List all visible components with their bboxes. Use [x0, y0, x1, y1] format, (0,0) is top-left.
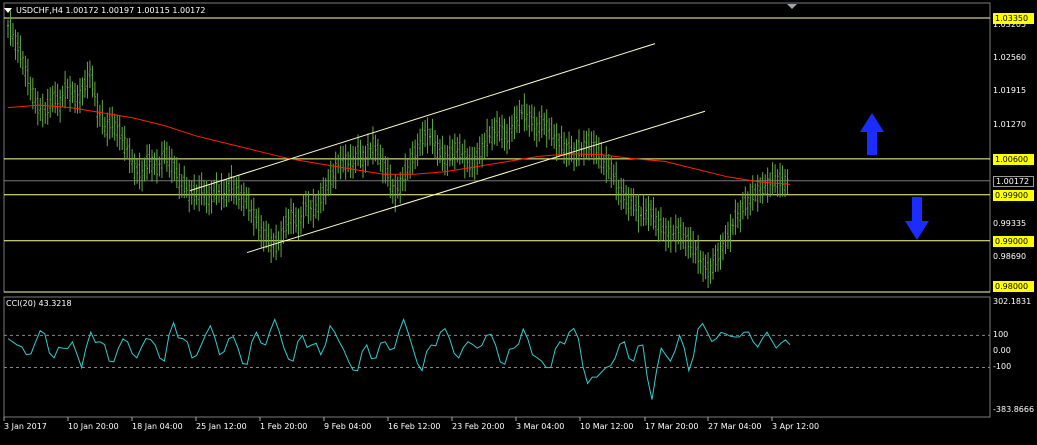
price-tick-label: 0.99335 [993, 218, 1027, 228]
time-tick-label: 25 Jan 12:00 [196, 422, 247, 431]
price-tick-label: 1.01270 [993, 119, 1027, 129]
time-tick-label: 18 Jan 04:00 [132, 422, 183, 431]
cci-tick-label: 0.00 [993, 346, 1011, 356]
price-tick-label: 1.01915 [993, 86, 1027, 96]
level-price-label: 0.98000 [993, 281, 1034, 292]
level-price-label: 0.99000 [993, 235, 1034, 247]
up-arrow-icon [860, 113, 884, 155]
cci-header: CCI(20) 43.3218 [6, 299, 72, 308]
time-tick-label: 23 Feb 20:00 [452, 422, 505, 431]
cci-indicator [4, 317, 990, 400]
moving-average [7, 104, 791, 185]
cci-tick-label: -100 [993, 362, 1012, 372]
time-tick-label: 3 Apr 12:00 [772, 422, 820, 431]
time-tick-label: 17 Mar 20:00 [645, 422, 699, 431]
level-price-label: 0.99900 [993, 189, 1034, 201]
time-tick-label: 3 Jan 2017 [4, 422, 47, 431]
down-arrow-icon [905, 197, 929, 240]
cci-tick-label: 302.1831 [993, 297, 1032, 306]
cci-line [7, 317, 791, 400]
cci-tick-label: -383.8666 [993, 405, 1035, 414]
channel-lower-line [246, 110, 706, 254]
price-candles [7, 10, 789, 289]
channel-upper-line [189, 43, 656, 192]
time-tick-label: 3 Mar 04:00 [516, 422, 565, 431]
time-tick-label: 1 Feb 20:00 [260, 422, 308, 431]
scroll-marker-icon [787, 4, 797, 9]
time-tick-label: 27 Mar 04:00 [708, 422, 762, 431]
price-tick-label: 0.98690 [993, 251, 1027, 261]
price-tick-label: 1.02560 [993, 53, 1027, 63]
moving-average-line [7, 104, 791, 185]
time-tick-label: 16 Feb 12:00 [388, 422, 441, 431]
cci-pane-border [3, 296, 991, 418]
time-tick-label: 10 Jan 20:00 [68, 422, 119, 431]
symbol-header[interactable]: USDCHF,H4 1.00172 1.00197 1.00115 1.0017… [4, 6, 205, 16]
chart-canvas[interactable] [0, 0, 1037, 441]
cci-tick-label: 100 [993, 330, 1009, 340]
level-price-label: 1.03350 [993, 13, 1034, 24]
chart-frame [3, 2, 991, 418]
level-price-label: 1.00600 [993, 153, 1034, 165]
time-tick-label: 9 Feb 04:00 [324, 422, 372, 431]
current-price-label: 1.00172 [993, 175, 1034, 187]
chart-window[interactable]: USDCHF,H4 1.00172 1.00197 1.00115 1.0017… [0, 0, 1037, 441]
symbol-text: USDCHF,H4 1.00172 1.00197 1.00115 1.0017… [16, 6, 206, 15]
signal-arrows [860, 113, 929, 240]
time-tick-label: 10 Mar 12:00 [580, 422, 634, 431]
collapse-triangle-icon[interactable] [4, 8, 12, 13]
price-pane-border [3, 2, 991, 293]
